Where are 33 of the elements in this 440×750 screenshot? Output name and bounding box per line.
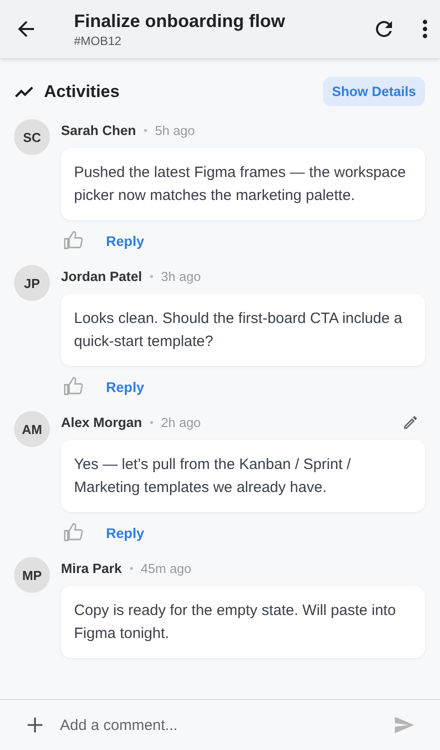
comment-text: Yes — let’s pull from the Kanban / Sprint / Marketing templates we already have. bbox=[74, 456, 351, 496]
author-name: Sarah Chen bbox=[61, 122, 136, 138]
more-menu-icon[interactable] bbox=[422, 17, 428, 41]
pencil-icon[interactable] bbox=[402, 414, 419, 430]
thumbs-up-icon[interactable] bbox=[63, 376, 84, 397]
author-name: Mira Park bbox=[61, 560, 122, 576]
avatar: AM bbox=[14, 411, 50, 447]
timestamp: 3h ago bbox=[161, 268, 201, 284]
timestamp: 2h ago bbox=[161, 414, 201, 430]
author-name: Alex Morgan bbox=[61, 414, 142, 430]
reply-link[interactable]: Reply bbox=[106, 378, 144, 394]
comment-text: Pushed the latest Figma frames — the workspace picker now matches the marketing palette. bbox=[74, 164, 406, 204]
timestamp: 45m ago bbox=[140, 560, 192, 576]
separator-dot bbox=[150, 420, 154, 424]
reply-link[interactable]: Reply bbox=[106, 524, 144, 540]
avatar: MP bbox=[14, 557, 50, 593]
section-title: Activities bbox=[44, 82, 121, 102]
thumbs-up-icon[interactable] bbox=[63, 522, 84, 543]
comment-text: Copy is ready for the empty state. Will paste into Figma tonight. bbox=[74, 602, 396, 642]
author-name: Jordan Patel bbox=[61, 268, 142, 284]
separator-dot bbox=[150, 274, 154, 278]
comment-input[interactable]: Add a comment... bbox=[58, 716, 381, 734]
reply-link[interactable]: Reply bbox=[106, 232, 144, 248]
comment-text: Looks clean. Should the first-board CTA include a quick-start template? bbox=[74, 310, 402, 350]
timestamp: 5h ago bbox=[155, 122, 195, 138]
thumbs-up-icon[interactable] bbox=[63, 230, 84, 251]
separator-dot bbox=[144, 128, 148, 132]
separator-dot bbox=[130, 566, 133, 570]
avatar: JP bbox=[14, 265, 50, 301]
avatar: SC bbox=[14, 119, 50, 155]
task-id: #MOB12 bbox=[74, 34, 122, 48]
task-title: Finalize onboarding flow bbox=[74, 10, 286, 32]
show-details-button[interactable]: Show Details bbox=[322, 77, 425, 106]
